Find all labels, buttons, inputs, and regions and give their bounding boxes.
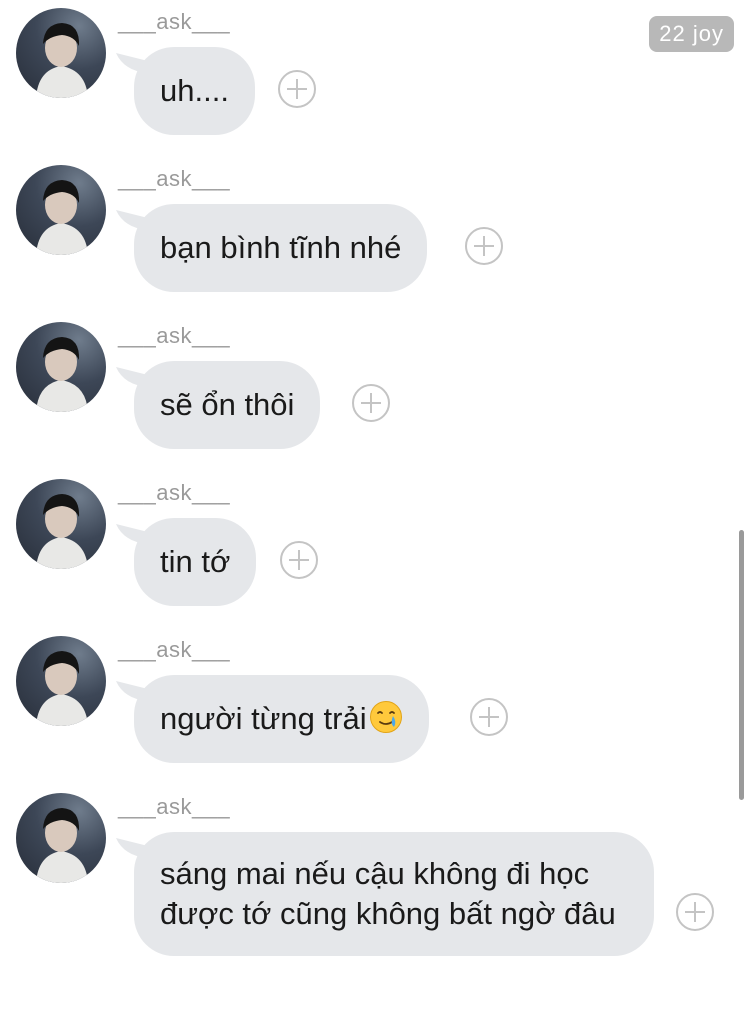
sender-name: ___ask___ bbox=[118, 323, 231, 348]
add-reaction-icon[interactable] bbox=[465, 227, 503, 265]
message-bubble[interactable]: người từng trải bbox=[134, 675, 429, 763]
add-reaction-icon[interactable] bbox=[676, 893, 714, 931]
message-bubble[interactable]: tin tớ bbox=[134, 518, 257, 606]
avatar[interactable] bbox=[16, 479, 106, 569]
sender-name: ___ask___ bbox=[118, 9, 231, 34]
avatar[interactable] bbox=[16, 636, 106, 726]
sender-name: ___ask___ bbox=[118, 637, 231, 662]
message-bubble[interactable]: sáng mai nếu cậu không đi học được tớ cũ… bbox=[134, 832, 654, 956]
add-reaction-icon[interactable] bbox=[280, 541, 318, 579]
sender-name: ___ask___ bbox=[118, 794, 231, 819]
message-bubble[interactable]: bạn bình tĩnh nhé bbox=[134, 204, 428, 292]
crying-smile-emoji-icon bbox=[369, 701, 402, 733]
message-bubble[interactable]: sẽ ổn thôi bbox=[134, 361, 321, 449]
scrollbar[interactable] bbox=[739, 530, 744, 800]
chat-view[interactable]: 22 joy ___ask___ uh.... ___ask___ bạn bì… bbox=[0, 0, 750, 1015]
avatar[interactable] bbox=[16, 165, 106, 255]
sender-name: ___ask___ bbox=[118, 480, 231, 505]
avatar[interactable] bbox=[16, 793, 106, 883]
message-text: người từng trải bbox=[160, 701, 367, 736]
reaction-count-badge[interactable]: 22 joy bbox=[649, 16, 734, 52]
add-reaction-icon[interactable] bbox=[470, 698, 508, 736]
add-reaction-icon[interactable] bbox=[352, 384, 390, 422]
avatar[interactable] bbox=[16, 322, 106, 412]
add-reaction-icon[interactable] bbox=[278, 70, 316, 108]
sender-name: ___ask___ bbox=[118, 166, 231, 191]
message-bubble[interactable]: uh.... bbox=[134, 47, 255, 135]
avatar[interactable] bbox=[16, 8, 106, 98]
